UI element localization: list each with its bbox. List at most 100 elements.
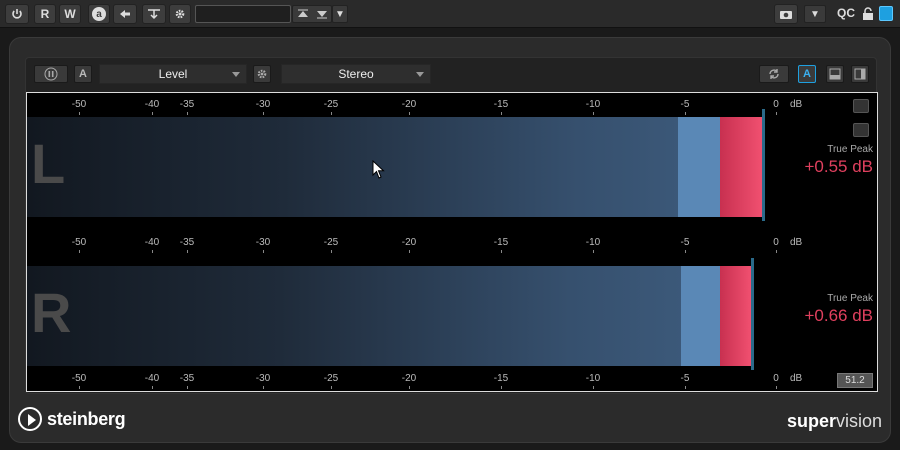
level-warning-zone — [681, 266, 720, 366]
scale-tick: -25 — [316, 237, 346, 253]
write-automation-button[interactable]: W — [59, 4, 81, 24]
bottom-panel-toggle[interactable] — [826, 65, 844, 83]
scale-tick: -10 — [578, 237, 608, 253]
scale-tick: -10 — [578, 99, 608, 115]
channel-bar-left — [27, 109, 777, 221]
scale-middle: -50 -40 -35 -30 -25 -20 -15 -10 -5 0 — [27, 237, 787, 253]
window-toggle-button[interactable] — [879, 6, 893, 21]
channel-letter-left: L — [31, 132, 66, 195]
channel-select[interactable]: Stereo — [281, 64, 431, 84]
scale-tick: -40 — [137, 237, 167, 253]
auto-button[interactable]: A — [74, 65, 92, 83]
scale-tick: -25 — [316, 99, 346, 115]
product-name: supervision — [787, 411, 882, 432]
scale-tick: -30 — [248, 373, 278, 389]
level-fill — [27, 117, 762, 217]
version-badge: 51.2 — [837, 373, 873, 388]
power-icon — [12, 9, 22, 19]
scale-tick: -40 — [137, 373, 167, 389]
scale-tick: -20 — [394, 373, 424, 389]
scale-tick: -50 — [64, 237, 94, 253]
preset-up-icon[interactable] — [297, 9, 309, 19]
pause-icon — [44, 67, 58, 81]
side-panel-toggle[interactable] — [851, 65, 869, 83]
scale-tick: -25 — [316, 373, 346, 389]
mode-select[interactable]: Level — [99, 64, 247, 84]
settings-button[interactable] — [169, 4, 191, 24]
chevron-down-icon — [416, 72, 424, 77]
gear-icon — [257, 69, 267, 79]
product-name-light: vision — [835, 411, 882, 431]
preset-down-icon[interactable] — [316, 9, 328, 19]
scale-tick: 0 — [761, 373, 791, 389]
scale-tick: -10 — [578, 373, 608, 389]
sidechain-button[interactable] — [142, 4, 166, 24]
pause-button[interactable] — [34, 65, 68, 83]
refresh-icon — [769, 69, 779, 79]
meter-panel: A Level Stereo A -50 -40 -35 -30 -25 -20… — [25, 57, 878, 394]
auto-reset-button[interactable]: A — [798, 65, 816, 83]
true-peak-label-right: True Peak — [827, 293, 873, 304]
meter-layout-button[interactable] — [853, 99, 869, 113]
camera-icon — [780, 10, 792, 19]
scale-tick: -15 — [486, 99, 516, 115]
preset-nav[interactable] — [292, 5, 332, 23]
read-automation-button[interactable]: R — [34, 4, 56, 24]
reset-button[interactable] — [759, 65, 789, 83]
scale-unit-top: dB — [790, 99, 803, 110]
compare-button[interactable]: a — [88, 4, 110, 24]
copy-button[interactable] — [113, 4, 137, 24]
mode-select-value: Level — [158, 67, 188, 81]
scale-tick: -30 — [248, 99, 278, 115]
qc-label[interactable]: QC — [837, 6, 855, 20]
scale-tick: -15 — [486, 373, 516, 389]
scale-tick: -35 — [172, 237, 202, 253]
power-button[interactable] — [5, 4, 29, 24]
channel-select-value: Stereo — [338, 67, 374, 81]
preset-input[interactable] — [195, 5, 291, 23]
scale-tick: -20 — [394, 99, 424, 115]
steinberg-logo: steinberg — [18, 407, 126, 431]
true-peak-label-left: True Peak — [827, 144, 873, 155]
host-toolbar: R W a ▼ ▼ QC — [0, 0, 900, 28]
true-peak-value-right: +0.66 dB — [804, 306, 873, 325]
scale-tick: -15 — [486, 237, 516, 253]
scale-tick: -35 — [172, 373, 202, 389]
sidechain-icon — [148, 9, 160, 20]
channel-letter-right: R — [31, 281, 72, 344]
steinberg-play-icon — [18, 407, 42, 431]
mode-settings-button[interactable] — [253, 65, 271, 83]
channel-bar-right — [27, 258, 777, 370]
scale-tick: -5 — [670, 373, 700, 389]
peak-hold-marker — [750, 258, 754, 370]
snapshot-menu-button[interactable]: ▼ — [804, 5, 826, 23]
scale-tick: -35 — [172, 99, 202, 115]
brand-name: steinberg — [47, 408, 126, 429]
scale-tick: -5 — [670, 237, 700, 253]
panel-bottom-icon — [829, 68, 841, 80]
level-clip-zone — [719, 117, 762, 217]
scale-tick: -50 — [64, 99, 94, 115]
meter-orientation-button[interactable] — [853, 123, 869, 137]
plugin-window: A Level Stereo A -50 -40 -35 -30 -25 -20… — [9, 37, 891, 443]
arrow-left-icon — [120, 10, 130, 18]
scale-unit-middle: dB — [790, 237, 803, 248]
panel-right-icon — [854, 68, 866, 80]
scale-tick: -50 — [64, 373, 94, 389]
scale-tick: 0 — [761, 99, 791, 115]
lock-icon[interactable] — [862, 7, 874, 21]
gear-icon — [175, 9, 185, 19]
snapshot-button[interactable] — [774, 4, 798, 24]
scale-top: -50 -40 -35 -30 -25 -20 -15 -10 -5 0 — [27, 99, 787, 115]
level-fill — [27, 266, 751, 366]
compare-icon: a — [92, 7, 106, 21]
scale-tick: 0 — [761, 237, 791, 253]
scale-tick: -40 — [137, 99, 167, 115]
peak-hold-marker — [762, 109, 765, 221]
chevron-down-icon — [232, 72, 240, 77]
scale-unit-bottom: dB — [790, 373, 803, 384]
preset-menu-button[interactable]: ▼ — [332, 5, 348, 23]
scale-bottom: -50 -40 -35 -30 -25 -20 -15 -10 -5 0 — [27, 373, 787, 389]
control-row: A Level Stereo A — [26, 58, 878, 90]
level-meter: -50 -40 -35 -30 -25 -20 -15 -10 -5 0 dB -50 -40 -35… — [26, 92, 878, 392]
